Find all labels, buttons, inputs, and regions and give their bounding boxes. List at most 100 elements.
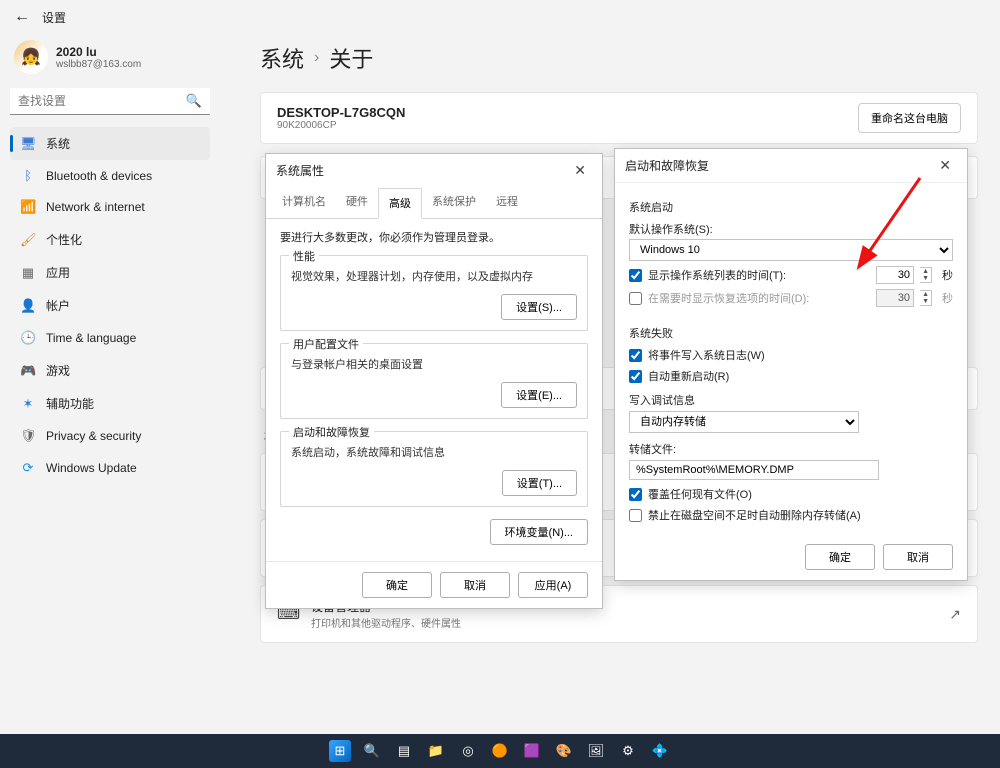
device-model: 90K20006CP <box>277 120 405 131</box>
sysprops-cancel-button[interactable]: 取消 <box>440 572 510 598</box>
sysprops-ok-button[interactable]: 确定 <box>362 572 432 598</box>
close-icon[interactable]: ✕ <box>933 157 957 174</box>
startrec-cancel-button[interactable]: 取消 <box>883 544 953 570</box>
dialog-title: 系统属性 <box>276 162 324 179</box>
debug-info-label: 写入调试信息 <box>629 392 953 408</box>
nav-icon: 🖌 <box>20 232 36 248</box>
tab-系统保护[interactable]: 系统保护 <box>422 187 486 218</box>
nav-icon: 🕒 <box>20 330 36 346</box>
nodelete-lowdisk-checkbox[interactable] <box>629 509 642 522</box>
sidebar-item--[interactable]: ▦应用 <box>10 256 210 289</box>
browser-icon[interactable]: 🟠 <box>489 740 511 762</box>
user-account[interactable]: 👧 2020 lu wslbb87@163.com <box>10 34 210 88</box>
user-email: wslbb87@163.com <box>56 59 141 70</box>
write-event-checkbox[interactable] <box>629 349 642 362</box>
overwrite-checkbox[interactable] <box>629 488 642 501</box>
nav-icon: 🖥 <box>20 136 36 152</box>
sidebar-item-privacy-security[interactable]: 🛡Privacy & security <box>10 420 210 452</box>
breadcrumb: 系统 › 关于 <box>260 42 978 74</box>
avatar: 👧 <box>14 40 48 74</box>
start-button[interactable]: ⊞ <box>329 740 351 762</box>
rename-pc-button[interactable]: 重命名这台电脑 <box>858 103 961 133</box>
debug-type-select[interactable]: 自动内存转储 <box>629 411 859 433</box>
startup-recovery-group: 启动和故障恢复 系统启动，系统故障和调试信息 设置(T)... <box>280 431 588 507</box>
startup-recovery-dialog: 启动和故障恢复 ✕ 系统启动 默认操作系统(S): Windows 10 显示操… <box>614 148 968 581</box>
page-title: 关于 <box>329 42 373 74</box>
show-recovery-label: 在需要时显示恢复选项的时间(D): <box>648 290 870 306</box>
app-icon[interactable]: 🟪 <box>521 740 543 762</box>
sidebar-item--[interactable]: 🖌 个性化 <box>10 223 210 256</box>
auto-restart-label: 自动重新启动(R) <box>648 368 729 384</box>
sidebar-item--[interactable]: 🖥 系统 <box>10 127 210 160</box>
sidebar-item-bluetooth-devices[interactable]: ᛒBluetooth & devices <box>10 160 210 191</box>
auto-restart-checkbox[interactable] <box>629 370 642 383</box>
nav-label: Time & language <box>46 331 136 345</box>
perf-settings-button[interactable]: 设置(S)... <box>501 294 577 320</box>
nav-label: Bluetooth & devices <box>46 169 152 183</box>
sysprops-apply-button[interactable]: 应用(A) <box>518 572 588 598</box>
nav-label: Network & internet <box>46 200 145 214</box>
chrome-icon[interactable]: ◎ <box>457 740 479 762</box>
tab-计算机名[interactable]: 计算机名 <box>272 187 336 218</box>
app-icon[interactable]: 💠 <box>649 740 671 762</box>
show-os-list-label: 显示操作系统列表的时间(T): <box>648 267 870 283</box>
recovery-seconds-input <box>876 289 914 307</box>
nav-label: Windows Update <box>46 461 137 475</box>
taskbar-search-icon[interactable]: 🔍 <box>361 740 383 762</box>
user-name: 2020 lu <box>56 45 141 59</box>
startrec-ok-button[interactable]: 确定 <box>805 544 875 570</box>
system-startup-label: 系统启动 <box>629 199 953 215</box>
tab-远程[interactable]: 远程 <box>486 187 528 218</box>
user-profile-group: 用户配置文件 与登录帐户相关的桌面设置 设置(E)... <box>280 343 588 419</box>
paint-icon[interactable]: 🎨 <box>553 740 575 762</box>
sidebar-item-time-language[interactable]: 🕒 Time & language <box>10 322 210 354</box>
taskbar: ⊞ 🔍 ▤ 📁 ◎ 🟠 🟪 🎨 🖼 ⚙ 💠 <box>0 734 1000 768</box>
nav-icon: 👤 <box>20 298 36 314</box>
env-vars-button[interactable]: 环境变量(N)... <box>490 519 588 545</box>
tab-高级[interactable]: 高级 <box>378 188 422 219</box>
device-card: DESKTOP-L7G8CQN 90K20006CP 重命名这台电脑 <box>260 92 978 144</box>
settings-icon[interactable]: ⚙ <box>617 740 639 762</box>
nav-icon: 🎮 <box>20 363 36 379</box>
nav-icon: ⟳ <box>20 460 36 476</box>
file-explorer-icon[interactable]: 📁 <box>425 740 447 762</box>
performance-group: 性能 视觉效果，处理器计划，内存使用，以及虚拟内存 设置(S)... <box>280 255 588 331</box>
chevron-right-icon: › <box>314 49 319 67</box>
system-failure-label: 系统失败 <box>629 325 953 341</box>
nodelete-lowdisk-label: 禁止在磁盘空间不足时自动删除内存转储(A) <box>648 507 861 523</box>
chevron-right-icon: ↗ <box>949 606 961 623</box>
card-subtitle: 打印机和其他驱动程序、硬件属性 <box>311 615 461 630</box>
app-title: 设置 <box>42 9 66 26</box>
system-properties-dialog: 系统属性 ✕ 计算机名硬件高级系统保护远程 要进行大多数更改，你必须作为管理员登… <box>265 153 603 609</box>
nav-label: 系统 <box>46 135 70 152</box>
breadcrumb-root[interactable]: 系统 <box>260 42 304 74</box>
photos-icon[interactable]: 🖼 <box>585 740 607 762</box>
show-os-list-checkbox[interactable] <box>629 269 642 282</box>
close-icon[interactable]: ✕ <box>568 162 592 179</box>
nav-label: 游戏 <box>46 362 70 379</box>
nav-label: Privacy & security <box>46 429 141 443</box>
default-os-select[interactable]: Windows 10 <box>629 239 953 261</box>
search-box: 🔍 <box>10 88 210 115</box>
os-list-seconds-input[interactable] <box>876 266 914 284</box>
task-view-icon[interactable]: ▤ <box>393 740 415 762</box>
sidebar-item--[interactable]: ✶ 辅助功能 <box>10 387 210 420</box>
dump-file-input[interactable] <box>629 460 879 480</box>
sidebar-item--[interactable]: 🎮 游戏 <box>10 354 210 387</box>
search-input[interactable] <box>10 88 210 115</box>
sidebar-item--[interactable]: 👤 帐户 <box>10 289 210 322</box>
nav-label: 帐户 <box>46 297 70 314</box>
seconds-spinner[interactable]: ▲▼ <box>920 267 932 283</box>
dialog-title: 启动和故障恢复 <box>625 157 709 174</box>
back-button[interactable]: ← <box>14 8 30 26</box>
sidebar-item-network-internet[interactable]: 📶Network & internet <box>10 191 210 223</box>
tab-硬件[interactable]: 硬件 <box>336 187 378 218</box>
nav-label: 个性化 <box>46 231 82 248</box>
search-icon[interactable]: 🔍 <box>186 93 202 109</box>
sidebar-item-windows-update[interactable]: ⟳ Windows Update <box>10 452 210 484</box>
startup-settings-button[interactable]: 设置(T)... <box>502 470 577 496</box>
nav-icon: ✶ <box>20 396 36 412</box>
show-recovery-checkbox[interactable] <box>629 292 642 305</box>
nav-label: 辅助功能 <box>46 395 94 412</box>
profile-settings-button[interactable]: 设置(E)... <box>501 382 577 408</box>
